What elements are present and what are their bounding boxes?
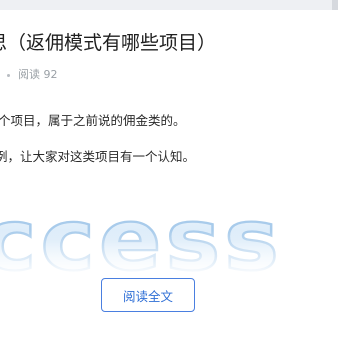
read-full-article-button[interactable]: 阅读全文 (101, 278, 195, 312)
article-paragraph: 例，让大家对这类项目有一个认知。 (0, 149, 196, 164)
article-title: 思（返佣模式有哪些项目） (0, 32, 217, 54)
scrollbar-thumb[interactable] (332, 0, 338, 10)
top-strip (0, 0, 338, 10)
read-count: 阅读 92 (18, 68, 58, 81)
article-meta: 阅读 92 (7, 66, 58, 82)
separator-dot-icon (7, 73, 10, 77)
article-paragraph: 个项目，属于之前说的佣金类的。 (0, 113, 186, 128)
